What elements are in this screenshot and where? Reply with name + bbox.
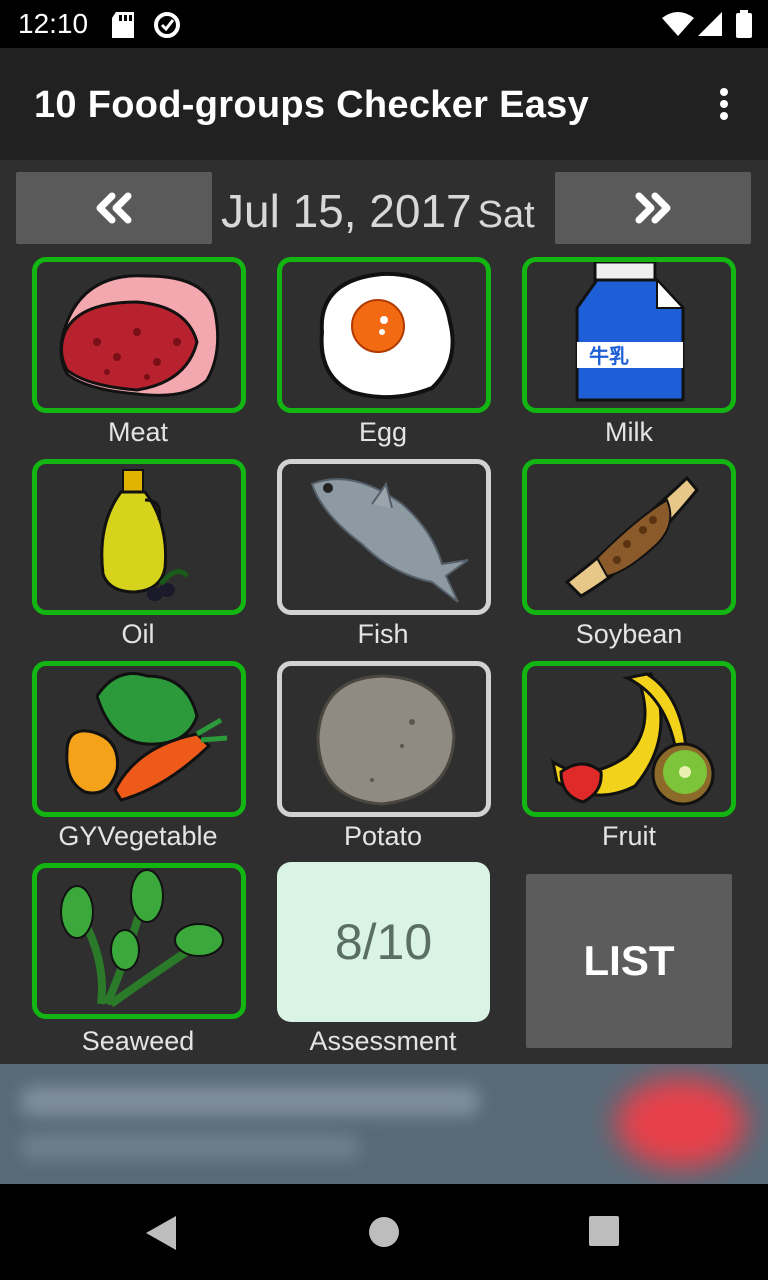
home-icon[interactable] [368,1216,400,1248]
recents-icon[interactable] [589,1216,619,1246]
sd-card-icon [112,12,134,38]
food-tile-meat[interactable] [32,257,246,413]
ad-blurred-text [20,1134,360,1160]
food-tile-fruit[interactable] [522,661,736,817]
food-tile-gyvegetable[interactable] [32,661,246,817]
date-text: Jul 15, 2017 [221,185,472,237]
food-label-fish: Fish [357,619,409,649]
status-bar: 12:10 [0,0,768,48]
assessment-label: Assessment [309,1026,457,1056]
food-label-oil: Oil [121,619,155,649]
system-navigation-bar [0,1184,768,1280]
current-date: Jul 15, 2017 Sat [221,184,535,238]
main-content: Jul 15, 2017 Sat Meat Egg 牛乳 Milk Oil Fi… [0,160,768,1064]
list-button-label: LIST [583,937,675,984]
wifi-icon [662,12,694,36]
battery-icon [736,10,752,38]
food-label-gyvegetable: GYVegetable [58,821,218,851]
seaweed-icon [60,869,224,1008]
meat-icon [59,274,220,397]
food-label-seaweed: Seaweed [81,1026,195,1056]
food-label-potato: Potato [343,821,423,851]
fish-icon [310,478,469,603]
status-time: 12:10 [18,8,89,39]
double-chevron-left-icon [96,192,132,224]
fruit-icon [550,672,715,806]
weekday-text: Sat [477,194,535,236]
olive-oil-icon [100,469,189,601]
food-tile-seaweed[interactable] [32,863,246,1019]
signal-icon [698,12,722,36]
food-tile-potato[interactable] [277,661,491,817]
assessment-box: 8/10 [277,862,490,1022]
food-label-milk: Milk [605,417,653,447]
data-saver-icon [154,12,180,38]
food-tile-milk[interactable]: 牛乳 [522,257,736,413]
food-tile-oil[interactable] [32,459,246,615]
back-icon[interactable] [146,1216,176,1250]
previous-day-button[interactable] [16,172,212,244]
next-day-button[interactable] [555,172,751,244]
assessment-score: 8/10 [334,914,433,970]
food-label-egg: Egg [358,417,408,447]
list-button[interactable]: LIST [526,874,732,1048]
ad-blurred-text [20,1086,480,1116]
milk-carton-text: 牛乳 [589,344,629,368]
fried-egg-icon [319,271,455,400]
food-label-meat: Meat [107,417,169,447]
food-tile-soybean[interactable] [522,459,736,615]
double-chevron-right-icon [635,192,671,224]
more-vert-icon[interactable] [704,82,744,126]
food-label-fruit: Fruit [602,821,656,851]
food-label-soybean: Soybean [575,619,683,649]
vegetables-icon [65,672,228,802]
milk-carton-icon: 牛乳 [575,262,686,402]
app-bar: 10 Food-groups Checker Easy [0,48,768,160]
ad-image [616,1078,746,1168]
natto-icon [564,475,699,598]
ad-banner[interactable] [0,1064,768,1184]
potato-icon [316,674,456,806]
food-tile-fish[interactable] [277,459,491,615]
app-title: 10 Food-groups Checker Easy [34,84,590,126]
food-tile-egg[interactable] [277,257,491,413]
